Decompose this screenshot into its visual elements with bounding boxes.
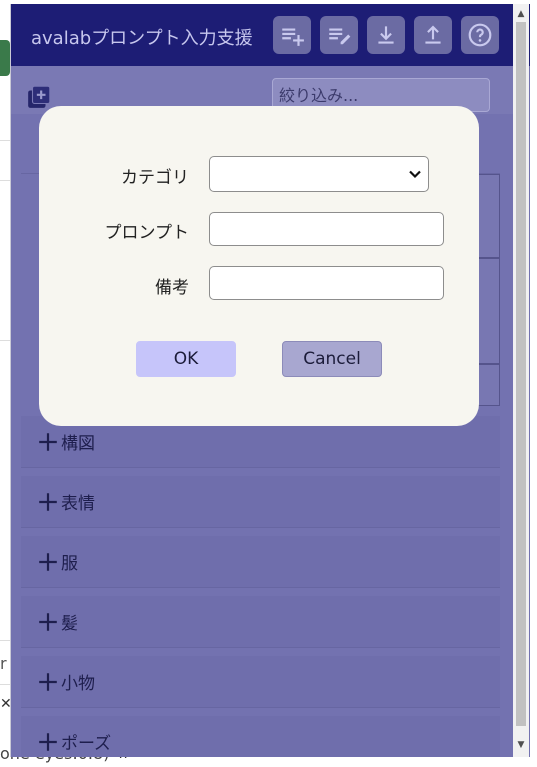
- add-prompt-button[interactable]: [273, 16, 311, 54]
- ok-button[interactable]: OK: [136, 341, 236, 377]
- scrollbar[interactable]: ▲ ▼: [513, 4, 529, 757]
- help-icon: [468, 23, 492, 47]
- category-label: カテゴリ: [121, 168, 189, 188]
- category-label: 服: [61, 554, 78, 574]
- category-row-pose[interactable]: ポーズ: [21, 716, 500, 757]
- category-row-clothes[interactable]: 服: [21, 536, 500, 588]
- help-button[interactable]: [461, 16, 499, 54]
- background-text: r: [0, 654, 7, 673]
- upload-button[interactable]: [414, 16, 452, 54]
- category-label: 小物: [61, 674, 95, 694]
- chevron-down-icon: [409, 170, 421, 179]
- category-label: 構図: [61, 434, 95, 454]
- plus-icon: [39, 552, 57, 571]
- prompt-input[interactable]: [209, 212, 444, 246]
- cancel-button[interactable]: Cancel: [282, 341, 382, 377]
- add-category-icon[interactable]: [26, 84, 52, 110]
- edit-list-icon: [329, 28, 351, 45]
- prompt-label: プロンプト: [104, 223, 190, 243]
- category-label: 髪: [61, 614, 78, 634]
- plus-icon: [39, 672, 57, 691]
- category-row-hair[interactable]: 髪: [21, 596, 500, 648]
- prompt-card: [477, 174, 500, 258]
- prompt-card: [477, 364, 500, 406]
- note-label: 備考: [155, 278, 189, 298]
- plus-icon: [39, 492, 57, 511]
- upload-icon: [425, 25, 441, 44]
- category-label: 表情: [61, 494, 95, 514]
- add-prompt-dialog: カテゴリ プロンプト 備考 OK Cancel: [39, 106, 479, 426]
- category-select[interactable]: [209, 156, 429, 192]
- plus-icon: [39, 432, 57, 451]
- note-input[interactable]: [209, 266, 444, 300]
- prompt-card: [477, 258, 500, 364]
- scroll-down-icon[interactable]: ▼: [513, 737, 529, 753]
- background-logo: [0, 40, 10, 76]
- edit-list-button[interactable]: [320, 16, 358, 54]
- scrollbar-thumb[interactable]: [516, 22, 526, 726]
- plus-icon: [39, 612, 57, 631]
- scroll-up-icon[interactable]: ▲: [513, 6, 529, 22]
- category-label: ポーズ: [61, 734, 112, 754]
- category-row-accessories[interactable]: 小物: [21, 656, 500, 708]
- category-row-expression[interactable]: 表情: [21, 476, 500, 528]
- app-title: avalabプロンプト入力支援: [31, 28, 253, 49]
- download-button[interactable]: [367, 16, 405, 54]
- plus-icon: [39, 732, 57, 751]
- download-icon: [378, 26, 394, 44]
- playlist-add-icon: [282, 28, 304, 46]
- app-header: avalabプロンプト入力支援: [11, 4, 530, 66]
